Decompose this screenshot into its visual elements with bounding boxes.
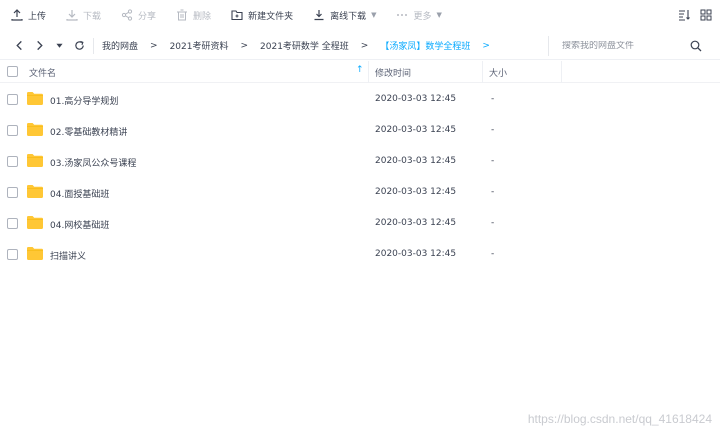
- chevron-down-icon: ▼: [371, 11, 377, 19]
- more-button[interactable]: 更多 ▼: [386, 0, 451, 30]
- row-checkbox[interactable]: [7, 125, 18, 136]
- trash-icon: [176, 9, 188, 21]
- upload-button[interactable]: 上传: [0, 0, 56, 30]
- breadcrumb-item-current: 【汤家凤】数学全程班: [380, 42, 471, 52]
- file-size: -: [491, 249, 495, 259]
- navigation-bar: 我的网盘 > 2021考研资料 > 2021考研数学 全程班 > 【汤家凤】数学…: [0, 32, 720, 60]
- row-checkbox[interactable]: [7, 249, 18, 260]
- breadcrumb: 我的网盘 > 2021考研资料 > 2021考研数学 全程班 > 【汤家凤】数学…: [100, 39, 500, 53]
- search-box: [548, 36, 710, 56]
- file-modified-time: 2020-03-03 12:45: [375, 156, 457, 166]
- folder-icon: [27, 92, 43, 105]
- share-label: 分享: [138, 11, 157, 22]
- toolbar: 上传 下载 分享 删除 新建文件夹 离线下载 ▼ 更多 ▼: [0, 0, 720, 30]
- folder-icon: [27, 123, 43, 136]
- breadcrumb-separator: >: [482, 40, 490, 51]
- row-checkbox[interactable]: [7, 156, 18, 167]
- sort-arrow-up-icon[interactable]: ↑: [356, 65, 364, 75]
- column-header-size[interactable]: 大小: [489, 66, 507, 79]
- file-modified-time: 2020-03-03 12:45: [375, 94, 457, 104]
- search-input[interactable]: [562, 41, 688, 51]
- folder-icon: [27, 247, 43, 260]
- chevron-right-icon: [36, 40, 43, 51]
- upload-icon: [11, 9, 23, 21]
- list-item[interactable]: 扫描讲义 2020-03-03 12:45 -: [0, 239, 720, 270]
- file-name[interactable]: 01.高分导学规划: [50, 94, 118, 107]
- offline-download-icon: [313, 9, 325, 21]
- file-name[interactable]: 04.面授基础班: [50, 187, 109, 200]
- caret-down-icon: [55, 43, 63, 48]
- breadcrumb-separator: >: [360, 40, 369, 51]
- file-name[interactable]: 02.零基础教材精讲: [50, 125, 127, 138]
- chevron-left-icon: [15, 40, 22, 51]
- more-dots-icon: [396, 9, 408, 21]
- download-icon: [66, 9, 78, 21]
- list-item[interactable]: 02.零基础教材精讲 2020-03-03 12:45 -: [0, 115, 720, 146]
- list-item[interactable]: 01.高分导学规划 2020-03-03 12:45 -: [0, 84, 720, 115]
- view-controls: [678, 0, 712, 30]
- forward-button[interactable]: [29, 36, 49, 56]
- column-divider[interactable]: [482, 61, 483, 83]
- folder-icon: [27, 216, 43, 229]
- select-all-checkbox[interactable]: [7, 66, 18, 77]
- breadcrumb-item-math-course[interactable]: 2021考研数学 全程班: [258, 39, 351, 52]
- list-item[interactable]: 04.网校基础班 2020-03-03 12:45 -: [0, 208, 720, 239]
- list-item[interactable]: 03.汤家凤公众号课程 2020-03-03 12:45 -: [0, 146, 720, 177]
- file-modified-time: 2020-03-03 12:45: [375, 187, 457, 197]
- file-size: -: [491, 94, 495, 104]
- download-button[interactable]: 下载: [56, 0, 111, 30]
- file-name[interactable]: 04.网校基础班: [50, 218, 109, 231]
- refresh-icon: [74, 40, 84, 50]
- list-item[interactable]: 04.面授基础班 2020-03-03 12:45 -: [0, 177, 720, 208]
- share-button[interactable]: 分享: [111, 0, 166, 30]
- column-header-modified[interactable]: 修改时间: [375, 66, 411, 79]
- breadcrumb-separator: >: [150, 40, 158, 51]
- file-name[interactable]: 03.汤家凤公众号课程: [50, 156, 136, 169]
- grid-view-icon[interactable]: [700, 9, 712, 21]
- folder-icon: [27, 185, 43, 198]
- folder-icon: [27, 154, 43, 167]
- file-size: -: [491, 156, 495, 166]
- history-controls: [0, 36, 89, 56]
- sort-icon[interactable]: [678, 9, 690, 21]
- file-list: 01.高分导学规划 2020-03-03 12:45 - 02.零基础教材精讲 …: [0, 84, 720, 270]
- new-folder-button[interactable]: 新建文件夹: [221, 0, 303, 30]
- breadcrumb-separator: >: [240, 40, 249, 51]
- folder-plus-icon: [231, 9, 243, 21]
- share-icon: [121, 9, 133, 21]
- delete-label: 删除: [193, 11, 212, 22]
- breadcrumb-item-2021-materials[interactable]: 2021考研资料: [168, 39, 231, 52]
- file-modified-time: 2020-03-03 12:45: [375, 125, 457, 135]
- file-name[interactable]: 扫描讲义: [50, 249, 86, 262]
- download-label: 下载: [83, 11, 102, 22]
- row-checkbox[interactable]: [7, 187, 18, 198]
- file-modified-time: 2020-03-03 12:45: [375, 218, 457, 228]
- file-list-header: 文件名 ↑ 修改时间 大小: [0, 61, 720, 83]
- offline-download-label: 离线下载: [330, 11, 367, 22]
- delete-button[interactable]: 删除: [166, 0, 221, 30]
- chevron-down-icon: ▼: [436, 11, 442, 19]
- row-checkbox[interactable]: [7, 218, 18, 229]
- refresh-button[interactable]: [69, 36, 89, 56]
- breadcrumb-item-my-drive[interactable]: 我的网盘: [100, 39, 140, 52]
- more-label: 更多: [413, 11, 432, 22]
- history-dropdown-button[interactable]: [49, 36, 69, 56]
- row-checkbox[interactable]: [7, 94, 18, 105]
- column-divider[interactable]: [561, 61, 562, 83]
- file-size: -: [491, 187, 495, 197]
- column-divider[interactable]: [368, 61, 369, 83]
- upload-label: 上传: [28, 11, 47, 22]
- back-button[interactable]: [9, 36, 29, 56]
- offline-download-button[interactable]: 离线下载 ▼: [303, 0, 386, 30]
- file-modified-time: 2020-03-03 12:45: [375, 249, 457, 259]
- search-icon[interactable]: [690, 40, 702, 52]
- new-folder-label: 新建文件夹: [248, 11, 294, 22]
- file-size: -: [491, 218, 495, 228]
- column-header-name[interactable]: 文件名: [29, 66, 56, 79]
- watermark: https://blog.csdn.net/qq_41618424: [527, 412, 712, 426]
- file-size: -: [491, 125, 495, 135]
- divider: [93, 37, 94, 54]
